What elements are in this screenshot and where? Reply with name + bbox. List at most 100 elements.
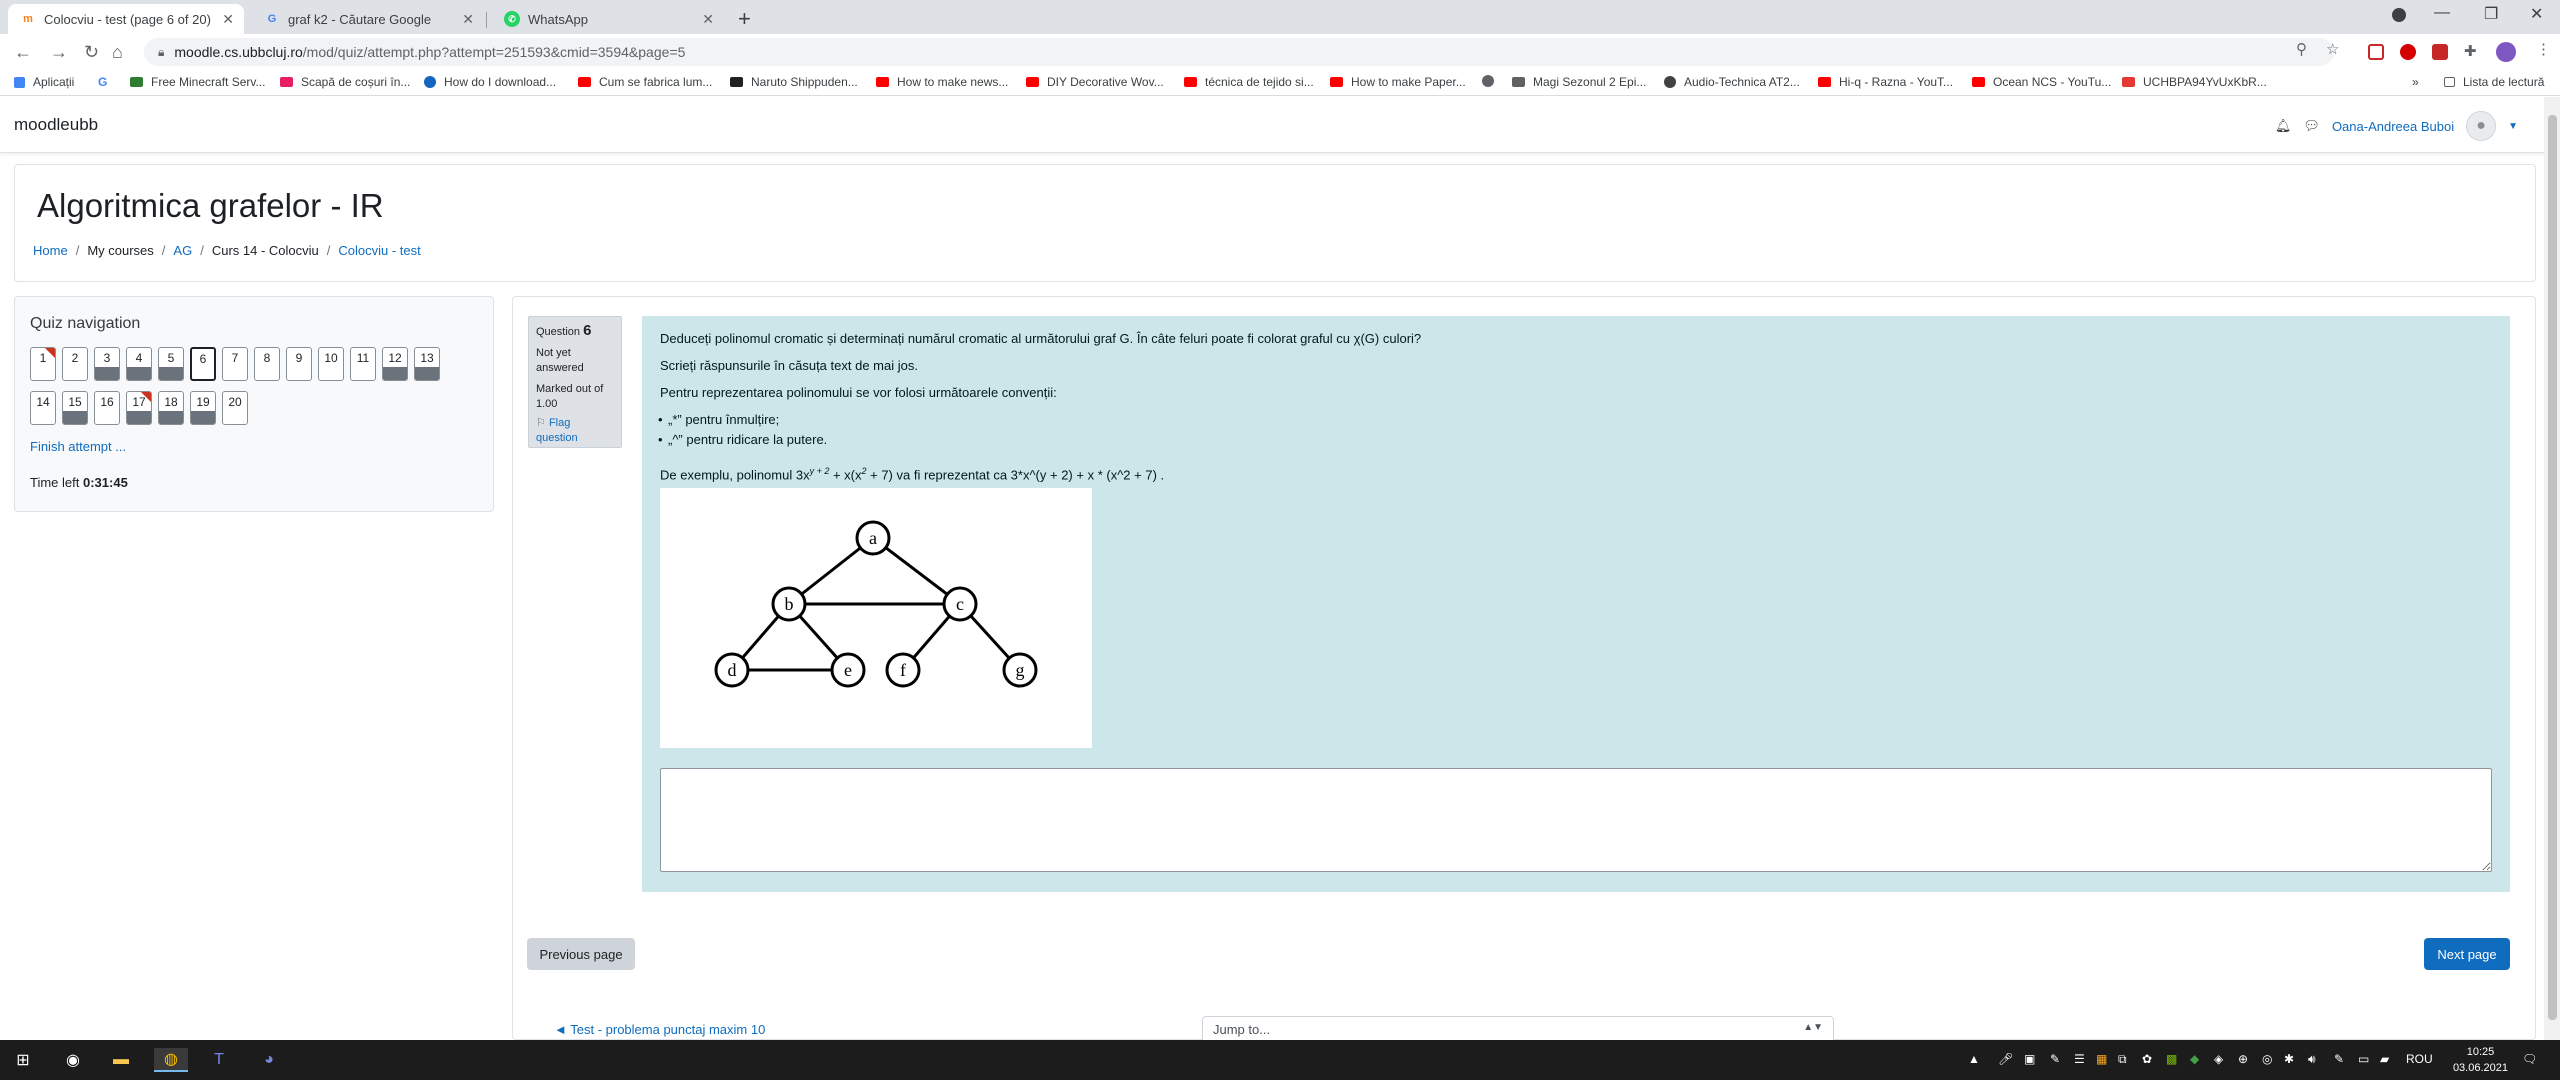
quiz-nav-button-12[interactable]: 12 bbox=[382, 347, 408, 381]
forward-icon[interactable]: → bbox=[50, 42, 68, 63]
close-icon[interactable]: ✕ bbox=[702, 11, 714, 28]
google-icon[interactable]: G bbox=[98, 75, 107, 89]
user-menu[interactable]: 🔔︎ 💬︎ Oana-Andreea Buboi ● ▼ bbox=[2275, 111, 2518, 141]
bookmark-star-icon[interactable]: ☆ bbox=[2326, 40, 2339, 58]
quiz-nav-button-17[interactable]: 17 bbox=[126, 391, 152, 425]
edge-icon[interactable]: ◉ bbox=[60, 1048, 86, 1072]
quiz-nav-button-13[interactable]: 13 bbox=[414, 347, 440, 381]
bookmark-item[interactable]: Naruto Shippuden... bbox=[730, 75, 858, 89]
finish-attempt-link[interactable]: Finish attempt ... bbox=[30, 439, 126, 454]
tray-icon[interactable]: ▦ bbox=[2096, 1052, 2107, 1066]
back-icon[interactable]: ← bbox=[14, 42, 32, 63]
bookmark-item[interactable]: Hi-q - Razna - YouT... bbox=[1818, 75, 1953, 89]
extension-icon[interactable] bbox=[2368, 44, 2384, 60]
profile-avatar-icon[interactable] bbox=[2496, 42, 2516, 62]
bookmark-item[interactable]: How do I download... bbox=[424, 75, 556, 89]
mic-icon[interactable]: 🎤︎ bbox=[1998, 1052, 2013, 1066]
avatar[interactable]: ● bbox=[2466, 111, 2497, 141]
quiz-nav-button-4[interactable]: 4 bbox=[126, 347, 152, 381]
chrome-icon[interactable]: ◍ bbox=[154, 1048, 188, 1072]
tray-icon[interactable]: ✿ bbox=[2142, 1052, 2152, 1066]
quiz-nav-button-10[interactable]: 10 bbox=[318, 347, 344, 381]
breadcrumb-ag[interactable]: AG bbox=[173, 243, 192, 258]
window-close-button[interactable]: ✕ bbox=[2530, 4, 2543, 24]
battery-icon[interactable]: ▰ bbox=[2380, 1052, 2389, 1066]
tray-icon[interactable]: ✱ bbox=[2284, 1052, 2294, 1066]
quiz-nav-button-9[interactable]: 9 bbox=[286, 347, 312, 381]
tray-icon[interactable]: ◈ bbox=[2214, 1052, 2223, 1066]
previous-activity-link[interactable]: ◄ Test - problema punctaj maxim 10 bbox=[554, 1022, 765, 1037]
bell-icon[interactable]: 🔔︎ bbox=[2275, 118, 2292, 134]
bookmark-apps[interactable]: Aplicații bbox=[14, 75, 74, 89]
tray-icon[interactable]: ✎ bbox=[2050, 1052, 2060, 1066]
quiz-nav-button-8[interactable]: 8 bbox=[254, 347, 280, 381]
maximize-button[interactable]: ❐ bbox=[2484, 4, 2498, 24]
discord-icon[interactable]: ◕ bbox=[256, 1048, 282, 1072]
tray-icon[interactable]: ⧉ bbox=[2118, 1052, 2127, 1067]
extensions-puzzle-icon[interactable]: ✚ bbox=[2464, 42, 2477, 60]
chat-icon[interactable]: 💬︎ bbox=[2303, 118, 2320, 134]
extension-icon[interactable] bbox=[2400, 44, 2416, 60]
tray-icon[interactable]: ◆ bbox=[2190, 1052, 2199, 1066]
file-explorer-icon[interactable]: ▬ bbox=[108, 1048, 134, 1072]
address-bar[interactable]: 🔒︎ moodle.cs.ubbcluj.ro/mod/quiz/attempt… bbox=[144, 38, 2334, 66]
close-icon[interactable]: ✕ bbox=[222, 11, 234, 28]
quiz-nav-button-14[interactable]: 14 bbox=[30, 391, 56, 425]
quiz-nav-button-19[interactable]: 19 bbox=[190, 391, 216, 425]
tray-icon[interactable]: ▣ bbox=[2024, 1052, 2035, 1066]
tray-icon[interactable]: ▲ bbox=[1968, 1052, 1980, 1066]
system-clock[interactable]: 10:25 03.06.2021 bbox=[2453, 1044, 2508, 1076]
windows-start-icon[interactable]: ⊞ bbox=[10, 1048, 36, 1072]
bookmark-item[interactable]: Ocean NCS - YouTu... bbox=[1972, 75, 2111, 89]
tray-icon[interactable]: ✎ bbox=[2334, 1052, 2344, 1066]
quiz-nav-button-16[interactable]: 16 bbox=[94, 391, 120, 425]
bookmark-item[interactable]: Cum se fabrica lum... bbox=[578, 75, 712, 89]
tab-colocviu[interactable]: m Colocviu - test (page 6 of 20) ✕ bbox=[8, 4, 244, 34]
tab-google[interactable]: G graf k2 - Căutare Google ✕ bbox=[252, 4, 484, 34]
quiz-nav-button-15[interactable]: 15 bbox=[62, 391, 88, 425]
quiz-nav-button-3[interactable]: 3 bbox=[94, 347, 120, 381]
quiz-nav-button-6[interactable]: 6 bbox=[190, 347, 216, 381]
teams-icon[interactable]: T bbox=[206, 1048, 232, 1072]
tray-icon[interactable]: ⊕ bbox=[2238, 1052, 2248, 1066]
bookmarks-overflow-icon[interactable]: » bbox=[2412, 75, 2419, 89]
language-indicator[interactable]: ROU bbox=[2406, 1052, 2433, 1066]
close-icon[interactable]: ✕ bbox=[462, 11, 474, 28]
quiz-nav-button-7[interactable]: 7 bbox=[222, 347, 248, 381]
reload-icon[interactable]: ↻ bbox=[84, 42, 99, 63]
previous-page-button[interactable]: Previous page bbox=[527, 938, 635, 970]
network-icon[interactable]: ▭ bbox=[2358, 1052, 2369, 1066]
new-tab-button[interactable]: + bbox=[738, 6, 751, 32]
menu-kebab-icon[interactable]: ⋮ bbox=[2536, 40, 2551, 58]
bookmark-item[interactable]: Scapă de coșuri în... bbox=[280, 75, 410, 89]
lock-icon[interactable]: 🔒︎ bbox=[158, 45, 164, 60]
bookmark-item[interactable]: How to make Paper... bbox=[1330, 75, 1466, 89]
bookmark-item[interactable]: How to make news... bbox=[876, 75, 1008, 89]
flag-question-button[interactable]: ⚐ Flag question bbox=[536, 416, 614, 446]
quiz-nav-button-2[interactable]: 2 bbox=[62, 347, 88, 381]
quiz-nav-button-18[interactable]: 18 bbox=[158, 391, 184, 425]
home-icon[interactable]: ⌂ bbox=[112, 42, 123, 63]
quiz-nav-button-5[interactable]: 5 bbox=[158, 347, 184, 381]
bookmark-item[interactable]: UCHBPA94YvUxKbR... bbox=[2122, 75, 2267, 89]
reading-list[interactable]: Lista de lectură bbox=[2444, 75, 2544, 89]
tab-whatsapp[interactable]: ✆ WhatsApp ✕ bbox=[492, 4, 724, 34]
answer-textarea[interactable] bbox=[660, 768, 2492, 872]
quiz-nav-button-11[interactable]: 11 bbox=[350, 347, 376, 381]
minimize-button[interactable]: — bbox=[2434, 4, 2450, 22]
bookmark-item[interactable] bbox=[1482, 75, 1516, 87]
bookmark-item[interactable]: Audio-Technica AT2... bbox=[1664, 75, 1800, 89]
breadcrumb-home[interactable]: Home bbox=[33, 243, 68, 258]
bookmark-item[interactable]: Free Minecraft Serv... bbox=[130, 75, 265, 89]
vertical-scrollbar[interactable] bbox=[2544, 97, 2560, 1040]
quiz-nav-button-20[interactable]: 20 bbox=[222, 391, 248, 425]
tab-search-icon[interactable] bbox=[2392, 8, 2406, 22]
bookmark-item[interactable]: Magi Sezonul 2 Epi... bbox=[1512, 75, 1646, 89]
tray-icon[interactable]: ☰ bbox=[2074, 1052, 2085, 1066]
site-brand[interactable]: moodleubb bbox=[14, 115, 98, 135]
bookmark-item[interactable]: DIY Decorative Wov... bbox=[1026, 75, 1164, 89]
tray-icon[interactable]: ◎ bbox=[2262, 1052, 2272, 1066]
zoom-icon[interactable]: ⚲ bbox=[2296, 40, 2307, 58]
volume-icon[interactable]: 🔊︎ bbox=[2308, 1052, 2316, 1067]
extension-icon[interactable] bbox=[2432, 44, 2448, 60]
